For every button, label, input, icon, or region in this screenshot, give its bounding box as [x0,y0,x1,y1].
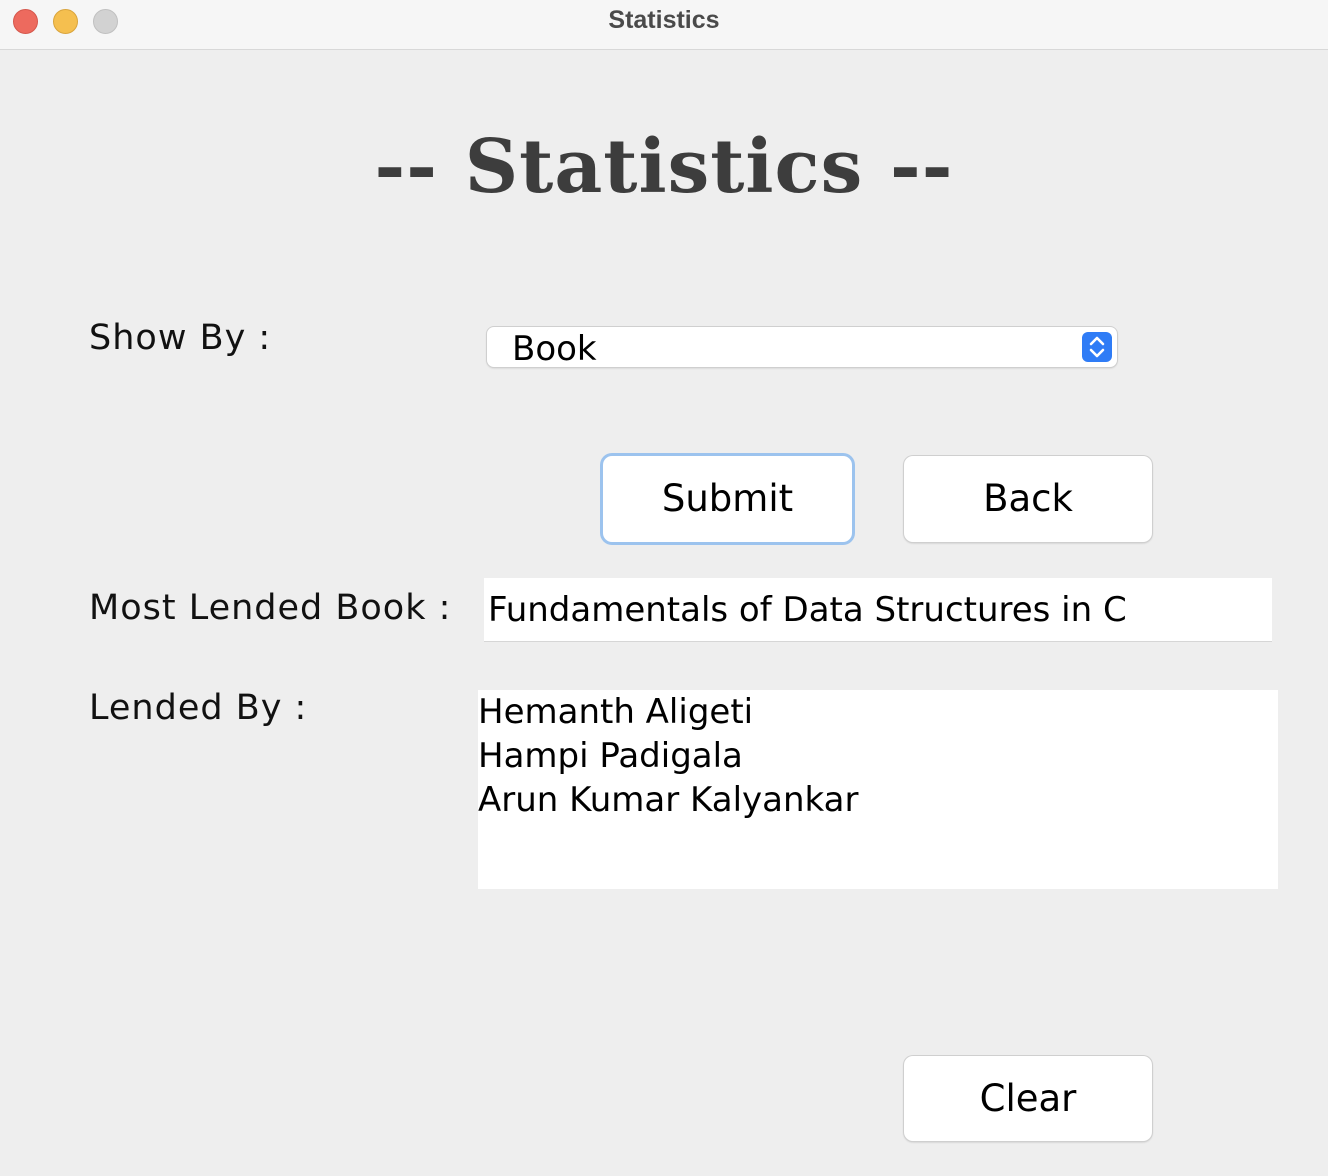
lended-by-label: Lended By : [89,688,308,728]
chevron-up-down-icon[interactable] [1082,332,1112,362]
lended-by-name: Arun Kumar Kalyankar [478,780,859,820]
window-title: Statistics [608,6,720,34]
lended-by-name: Hemanth Aligeti [478,692,754,732]
most-lended-book-label: Most Lended Book : [89,588,452,628]
clear-button[interactable]: Clear [904,1056,1152,1141]
page-heading: -- Statistics -- [374,124,954,210]
most-lended-book-field[interactable]: Fundamentals of Data Structures in C [484,578,1272,642]
show-by-label: Show By : [89,318,272,358]
lended-by-name: Hampi Padigala [478,736,743,776]
submit-button[interactable]: Submit [603,456,852,542]
back-button[interactable]: Back [904,456,1152,542]
show-by-select[interactable]: Book [487,327,1117,369]
show-by-selected-value: Book [512,329,597,369]
title-bar[interactable]: Statistics [0,0,1328,50]
statistics-window: Statistics -- Statistics -- Show By : Bo… [0,0,1328,1176]
lended-by-textarea[interactable]: Hemanth Aligeti Hampi Padigala Arun Kuma… [478,690,1278,889]
